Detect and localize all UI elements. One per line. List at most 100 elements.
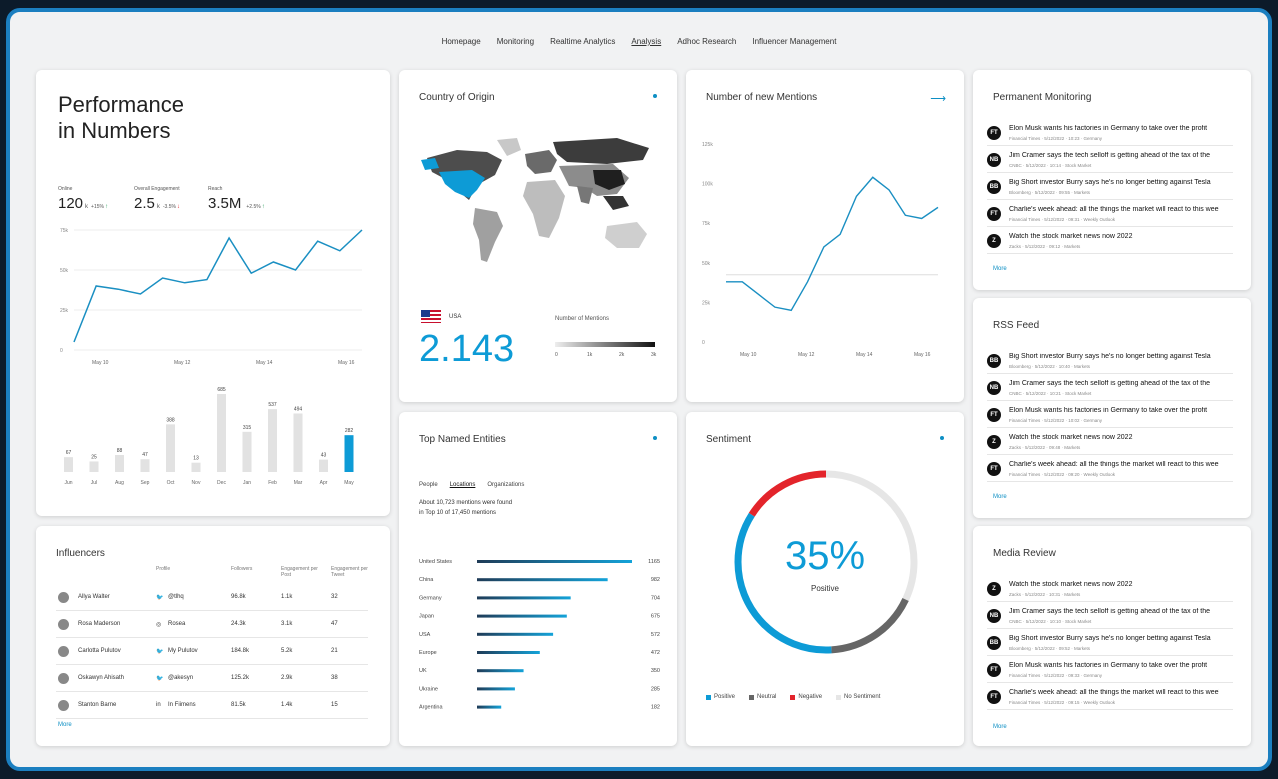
media-card: Media Review More Z Watch the stock marke… (973, 526, 1251, 746)
feed-item[interactable]: FT Charlie's week ahead: all the things t… (987, 458, 1233, 482)
feed-item[interactable]: NB Jim Cramer says the tech selloff is ge… (987, 605, 1233, 629)
engagement-tweet: 47 (331, 621, 338, 627)
performance-title: Performance in Numbers (58, 92, 184, 143)
feed-item-title: Big Short investor Burry says he's no lo… (1009, 635, 1211, 642)
feed-item[interactable]: FT Elon Musk wants his factories in Germa… (987, 122, 1233, 146)
engagement-tweet: 15 (331, 702, 338, 708)
bar-Jan (242, 431, 252, 472)
feed-item[interactable]: FT Charlie's week ahead: all the things t… (987, 686, 1233, 710)
tab-people[interactable]: People (419, 482, 438, 492)
feed-item-title: Watch the stock market news now 2022 (1009, 581, 1133, 588)
feed-item-title: Elon Musk wants his factories in Germany… (1009, 662, 1208, 669)
bar-Dec (217, 394, 226, 472)
influencer-row[interactable]: Oskawyn Ahisath 🐦 @akesyn 125.2k 2.9k 38 (56, 665, 368, 692)
nav-homepage[interactable]: Homepage (442, 37, 481, 46)
sentiment-legend: Positive Neutral Negative No Sentiment (706, 694, 880, 700)
feed-item-title: Charlie's week ahead: all the things the… (1009, 689, 1219, 696)
zacks-logo-icon: Z (987, 582, 1001, 596)
feed-item-meta: Financial Times · 5/12/2022 · 10:23 · Ge… (1009, 136, 1103, 141)
feed-item[interactable]: Z Watch the stock market news now 2022 Zac… (987, 230, 1233, 254)
feed-item-title: Watch the stock market news now 2022 (1009, 434, 1133, 441)
column-header: Followers (231, 566, 253, 572)
bar-month-label: Jul (91, 480, 97, 486)
nav-adhoc-research[interactable]: Adhoc Research (677, 37, 736, 46)
nav-analysis[interactable]: Analysis (631, 37, 661, 46)
feed-item-meta: Bloomberg · 5/12/2022 · 10:40 · Markets (1009, 364, 1091, 369)
entities-card: Top Named Entities People Locations Organi… (399, 412, 677, 746)
line-series (73, 229, 363, 343)
tab-organizations[interactable]: Organizations (487, 482, 524, 492)
country-mentions-value: 2.143 (419, 328, 515, 370)
feed-item-title: Charlie's week ahead: all the things the… (1009, 461, 1219, 468)
legend-ticks: 0 1k 2k 3k (555, 352, 656, 360)
bar-Oct (166, 424, 175, 472)
legend-tick: 1k (587, 352, 593, 358)
entities-menu-button[interactable] (653, 436, 657, 440)
kpi-row: Online 120 k +15%↑ Overall Engagement 2.5 k -3.… (58, 186, 378, 216)
feed-item-title: Jim Cramer says the tech selloff is gett… (1009, 152, 1211, 159)
influencer-row[interactable]: Allya Walter 🐦 @tlhq 96.8k 1.1k 32 (56, 584, 368, 611)
y-tick-label: 0 (702, 340, 705, 346)
bar-value-label: 537 (268, 402, 277, 408)
bar-value-label: 25 (91, 454, 97, 460)
influencer-row[interactable]: Stanton Barne in In Fiimens 81.5k 1.4k 15 (56, 692, 368, 719)
feed-item-title: Elon Musk wants his factories in Germany… (1009, 407, 1208, 414)
followers: 24.3k (231, 621, 246, 627)
bar-value-label: 685 (217, 387, 226, 393)
entity-value: 675 (651, 614, 660, 620)
feed-item[interactable]: FT Charlie's week ahead: all the things t… (987, 203, 1233, 227)
map-greenland (497, 138, 521, 156)
country-menu-button[interactable] (653, 94, 657, 98)
feed-item[interactable]: NB Jim Cramer says the tech selloff is ge… (987, 149, 1233, 173)
feed-item[interactable]: FT Elon Musk wants his factories in Germa… (987, 404, 1233, 428)
influencers-more-link[interactable]: More (58, 722, 72, 728)
feed-item[interactable]: BB Big Short investor Burry says he's no … (987, 350, 1233, 374)
permanent-more-link[interactable]: More (993, 266, 1007, 272)
x-tick-label: May 10 (740, 352, 757, 358)
influencer-row[interactable]: Carlotta Pulutov 🐦 My Pulutov 184.8k 5.2k 21 (56, 638, 368, 665)
nav-influencer-management[interactable]: Influencer Management (752, 37, 836, 46)
mentions-arrow-icon[interactable]: ⟶ (930, 92, 946, 105)
sentiment-menu-button[interactable] (940, 436, 944, 440)
feed-item[interactable]: BB Big Short investor Burry says he's no … (987, 632, 1233, 656)
influencer-row[interactable]: Rosa Maderson ◎ Rosea 24.3k 3.1k 47 (56, 611, 368, 638)
y-tick-label: 100k (702, 182, 713, 188)
arrow-down-icon: ↓ (176, 204, 180, 210)
engagement-post: 5.2k (281, 648, 293, 654)
nav-monitoring[interactable]: Monitoring (497, 37, 534, 46)
bar-Jun (64, 457, 73, 472)
influencers-title: Influencers (56, 548, 105, 559)
entities-summary-2: in Top 10 of 17,450 mentions (419, 510, 496, 516)
map-usa (439, 170, 485, 198)
entities-summary-1: About 10,723 mentions were found (419, 500, 513, 506)
entity-name: Europe (419, 650, 437, 656)
bar-month-label: Jan (243, 480, 251, 486)
nav-realtime-analytics[interactable]: Realtime Analytics (550, 37, 615, 46)
y-tick-label: 50k (702, 261, 711, 267)
feed-item[interactable]: FT Elon Musk wants his factories in Germa… (987, 659, 1233, 683)
map-russia (553, 138, 649, 164)
legend-gradient (555, 342, 655, 347)
rss-more-link[interactable]: More (993, 494, 1007, 500)
feed-item[interactable]: Z Watch the stock market news now 2022 Zac… (987, 578, 1233, 602)
feed-item-meta: CNBC · 5/12/2022 · 10:14 · Stock Market (1009, 163, 1092, 168)
twitter-icon: 🐦 (156, 676, 164, 682)
feed-item[interactable]: Z Watch the stock market news now 2022 Zac… (987, 431, 1233, 455)
entities-title: Top Named Entities (419, 434, 506, 445)
tab-locations[interactable]: Locations (450, 482, 476, 492)
feed-item[interactable]: NB Jim Cramer says the tech selloff is ge… (987, 377, 1233, 401)
x-tick-label: May 14 (856, 352, 873, 358)
entities-tabs: People Locations Organizations (419, 482, 524, 492)
kpi-label: Reach (208, 186, 223, 192)
y-tick-label: 125k (702, 142, 713, 148)
bar-Feb (268, 409, 277, 472)
engagement-post: 3.1k (281, 621, 293, 627)
kpi-delta: +2.5% (246, 204, 261, 210)
bar-month-label: Mar (294, 480, 303, 486)
media-more-link[interactable]: More (993, 724, 1007, 730)
sentiment-label: Positive (810, 584, 839, 593)
bar-month-label: Nov (192, 480, 201, 486)
entity-name: Germany (419, 595, 442, 601)
feed-item[interactable]: BB Big Short investor Burry says he's no … (987, 176, 1233, 200)
bar-value-label: 13 (193, 456, 199, 462)
